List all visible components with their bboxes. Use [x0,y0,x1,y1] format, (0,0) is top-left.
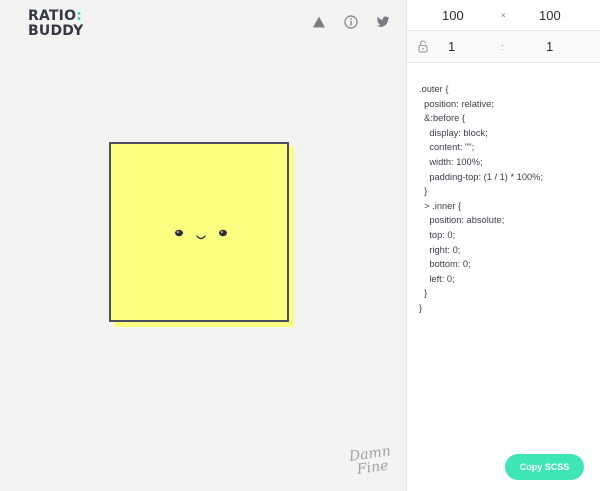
code-line: .outer { [419,84,449,94]
ratio-right-input[interactable]: 1 [546,39,553,54]
settings-panel: 100 × 100 1 : 1 .outer { position: relat… [406,0,600,491]
logo-text-buddy: BUDDY [28,23,84,39]
top-icon-bar [312,15,390,29]
ratio-row: 1 : 1 [407,31,600,63]
dimensions-row: 100 × 100 [407,0,600,31]
twitter-icon[interactable] [376,15,390,29]
lock-icon[interactable] [418,40,428,58]
code-line: top: 0; [419,229,456,240]
code-line: &:before { [419,113,465,124]
triangle-icon[interactable] [312,15,326,29]
copy-scss-button[interactable]: Copy SCSS [505,454,584,480]
logo-colon: : [76,8,83,24]
times-separator: × [501,10,506,20]
smiley-face-icon [175,229,227,240]
code-line: bottom: 0; [419,259,471,270]
preview-panel: RATIO: BUDDY Damn Fine [0,0,406,491]
ratio-buddy-logo[interactable]: RATIO: BUDDY [28,9,83,39]
height-input[interactable]: 100 [539,8,561,23]
code-line: width: 100%; [419,156,483,167]
code-line: padding-top: (1 / 1) * 100%; [419,171,544,182]
code-line: position: relative; [419,98,494,109]
preview-box [109,142,289,322]
code-line: > .inner { [419,200,462,211]
code-line: content: ""; [419,142,475,153]
width-input[interactable]: 100 [442,8,464,23]
code-line: right: 0; [419,244,461,255]
signature-line-2: Fine [356,457,390,478]
ratio-colon: : [501,41,504,52]
code-line: position: absolute; [419,215,505,226]
damn-fine-signature[interactable]: Damn Fine [348,443,393,478]
logo-text-ratio: RATIO [28,8,77,24]
code-line: display: block; [419,127,488,138]
info-icon[interactable] [344,15,358,29]
code-line: left: 0; [419,273,455,284]
ratio-left-input[interactable]: 1 [448,39,455,54]
code-line: } [419,288,428,299]
code-line: } [419,186,428,197]
code-line: } [419,302,423,313]
scss-code-block: .outer { position: relative; &:before { … [419,82,543,316]
